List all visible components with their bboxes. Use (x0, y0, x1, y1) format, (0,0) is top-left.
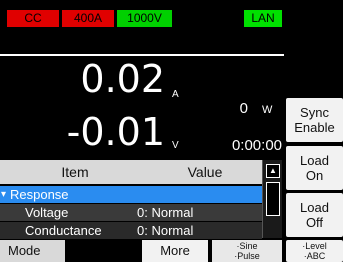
level-abc-button[interactable]: ·Level ·ABC (286, 240, 343, 262)
row-label: Voltage (25, 205, 69, 220)
table-row-voltage[interactable]: Voltage 0: Normal (0, 204, 262, 221)
row-label: Conductance (25, 223, 102, 238)
sine-label-line2: ·Pulse (234, 251, 260, 261)
table-row-response[interactable]: ▾ Response (0, 186, 262, 203)
sync-enable-button[interactable]: Sync Enable (286, 98, 343, 142)
row-value: 0: Normal (137, 205, 194, 220)
sine-pulse-button[interactable]: ·Sine ·Pulse (212, 240, 282, 262)
bottom-softkey-bar: Mode More ·Sine ·Pulse (0, 240, 286, 262)
sync-label-line1: Sync (300, 105, 329, 120)
load-on-label-line2: On (305, 168, 324, 183)
current-unit: A (172, 89, 179, 100)
load-off-label-line2: Off (305, 215, 324, 230)
divider (0, 54, 284, 56)
voltage-readout: -0.01 (66, 110, 165, 154)
power-readout: 0 (239, 100, 248, 117)
scroll-up-icon[interactable]: ▲ (266, 164, 280, 178)
mode-badge: CC (7, 10, 59, 27)
row-label: Response (10, 187, 69, 202)
table-scrollbar[interactable]: ▲ (262, 160, 282, 238)
elapsed-timer: 0:00:00 (231, 137, 282, 154)
scroll-thumb[interactable] (266, 182, 280, 216)
row-value: 0: Normal (137, 223, 194, 238)
current-range-badge: 400A (62, 10, 114, 27)
more-button[interactable]: More (142, 240, 208, 262)
load-off-button[interactable]: Load Off (286, 193, 343, 237)
sine-label-line1: ·Sine (236, 241, 258, 251)
current-readout: 0.02 (80, 57, 165, 101)
expand-caret-icon: ▾ (1, 189, 7, 200)
lan-badge: LAN (244, 10, 282, 27)
settings-table: Item Value ▾ Response Voltage 0: Normal … (0, 160, 284, 240)
level-label-line2: ·ABC (303, 251, 326, 261)
load-off-label-line1: Load (300, 200, 329, 215)
load-on-label-line1: Load (300, 153, 329, 168)
table-row-conductance[interactable]: Conductance 0: Normal (0, 222, 262, 239)
voltage-range-badge: 1000V (117, 10, 172, 27)
power-unit: W (262, 104, 273, 116)
status-bar: CC 400A 1000V LAN (0, 0, 343, 34)
voltage-unit: V (172, 140, 179, 151)
table-header: Item Value (0, 160, 262, 184)
mode-button[interactable]: Mode (0, 240, 65, 262)
level-label-line1: ·Level (302, 241, 327, 251)
column-header-value: Value (187, 164, 223, 180)
load-on-button[interactable]: Load On (286, 146, 343, 190)
column-header-item: Item (61, 164, 89, 180)
sync-label-line2: Enable (294, 120, 335, 135)
